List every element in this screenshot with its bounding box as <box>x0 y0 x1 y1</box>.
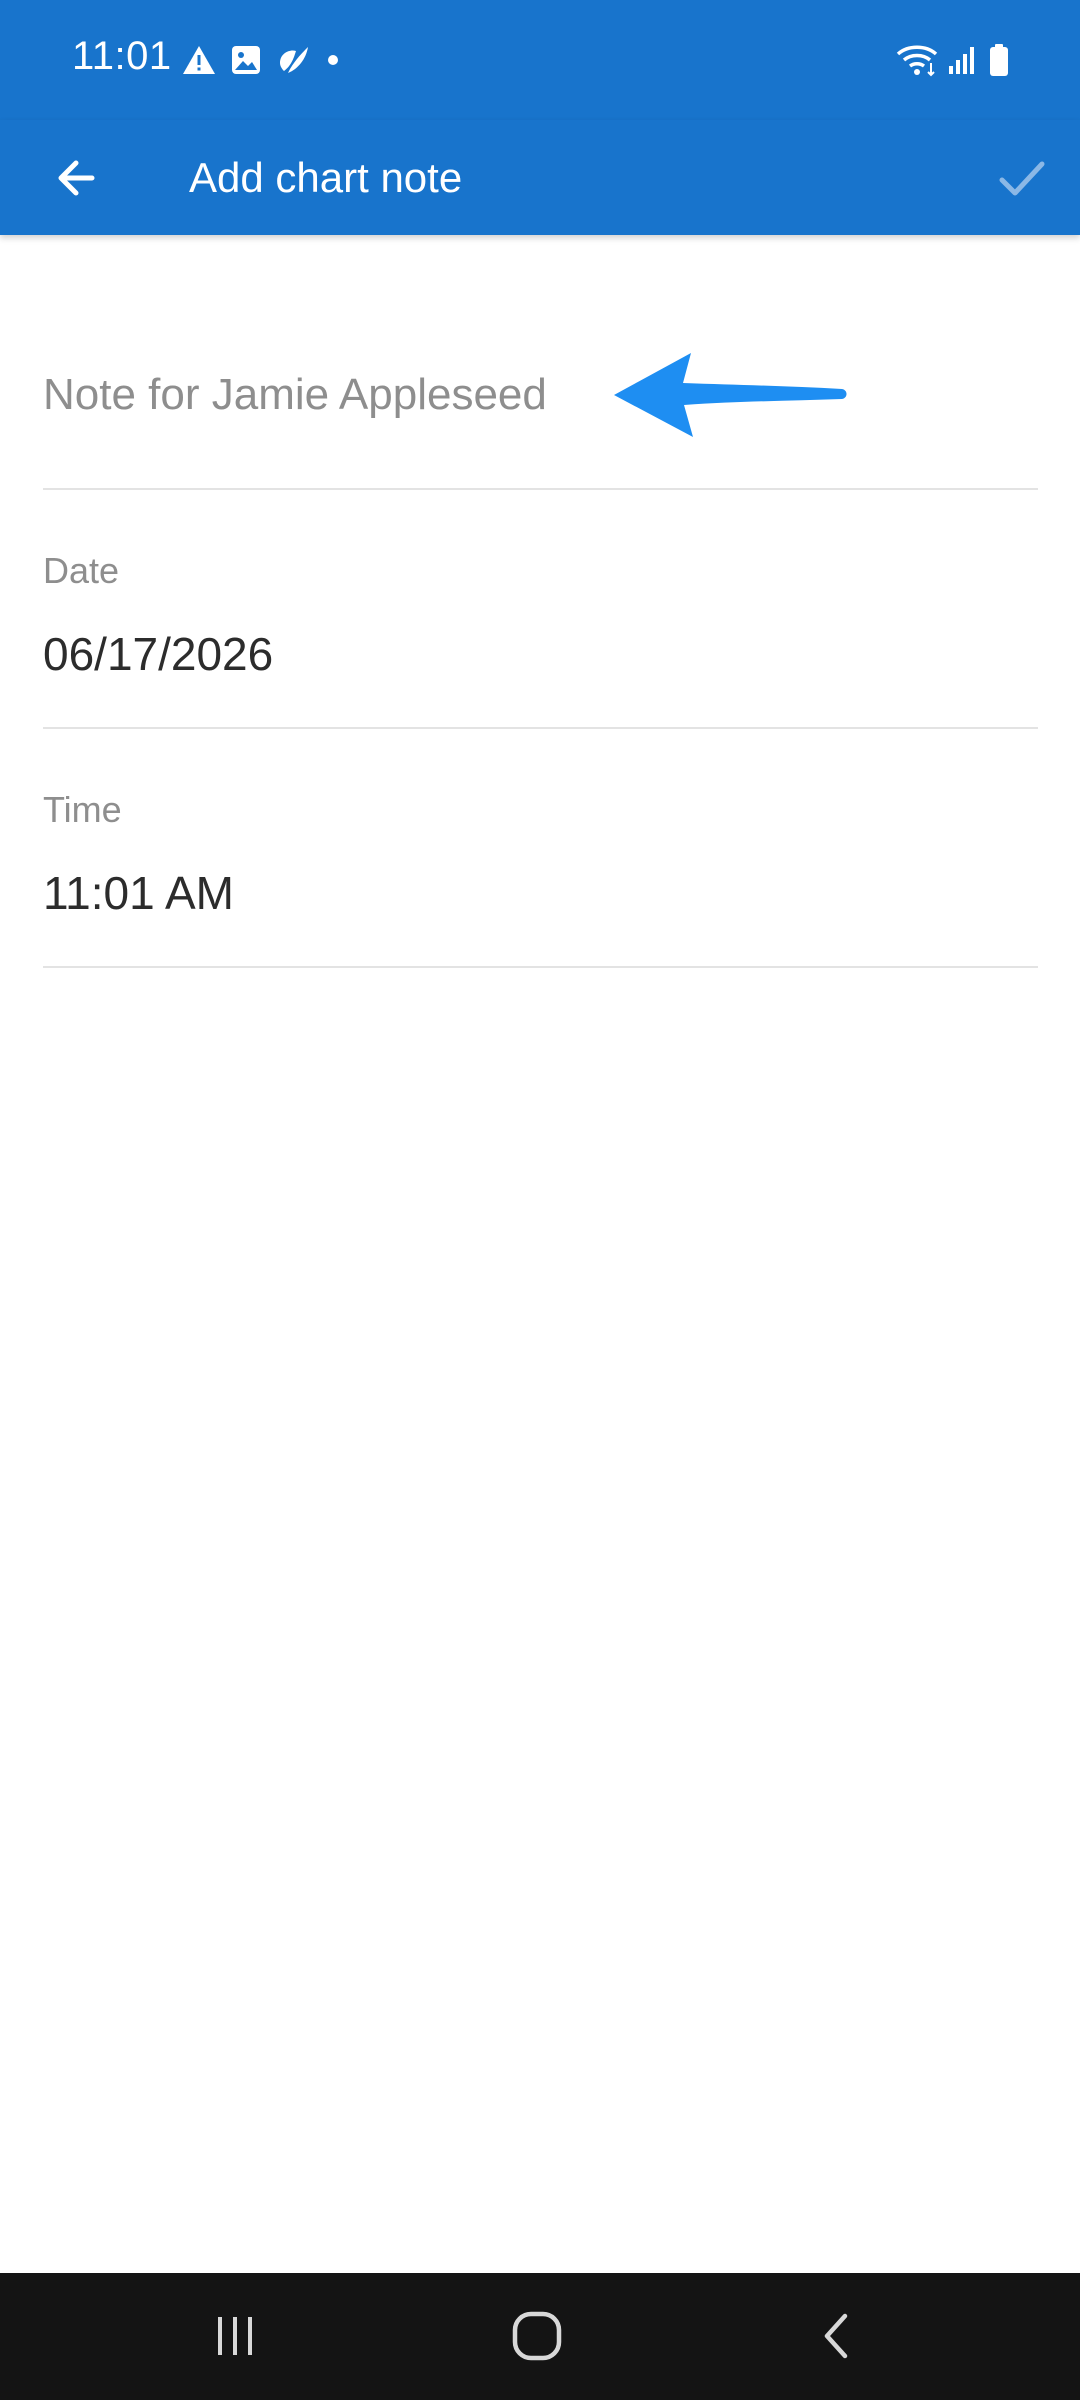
date-label: Date <box>43 550 120 591</box>
date-value: 06/17/2026 <box>43 628 274 680</box>
note-input[interactable] <box>43 350 1038 440</box>
signal-icon <box>949 47 974 74</box>
back-icon <box>824 2313 848 2359</box>
system-icons <box>896 40 1010 80</box>
home-button[interactable] <box>487 2291 587 2381</box>
status-bar: 11:01 <box>0 0 1080 120</box>
time-value: 11:01 AM <box>43 867 234 919</box>
save-button[interactable] <box>982 138 1062 218</box>
time-field[interactable]: Time 11:01 AM <box>43 729 1038 968</box>
notification-icons <box>182 40 340 80</box>
recent-apps-button[interactable] <box>185 2291 285 2381</box>
recent-apps-icon <box>218 2317 252 2355</box>
time-label: Time <box>43 789 122 830</box>
check-icon <box>999 161 1045 196</box>
home-icon <box>512 2311 562 2361</box>
app-bar: Add chart note <box>0 120 1080 235</box>
system-nav-bar <box>0 2273 1080 2400</box>
arrow-left-icon <box>58 160 95 196</box>
dot-icon <box>328 55 338 65</box>
status-time: 11:01 <box>72 34 172 78</box>
back-button[interactable] <box>36 138 116 218</box>
leaf-icon <box>280 47 308 73</box>
wifi-icon <box>896 45 938 77</box>
warning-icon <box>183 46 215 74</box>
battery-icon <box>990 44 1008 76</box>
image-icon <box>232 46 260 74</box>
date-field[interactable]: Date 06/17/2026 <box>43 490 1038 729</box>
page-title: Add chart note <box>189 153 463 201</box>
note-field <box>43 350 1038 490</box>
system-back-button[interactable] <box>788 2291 888 2381</box>
